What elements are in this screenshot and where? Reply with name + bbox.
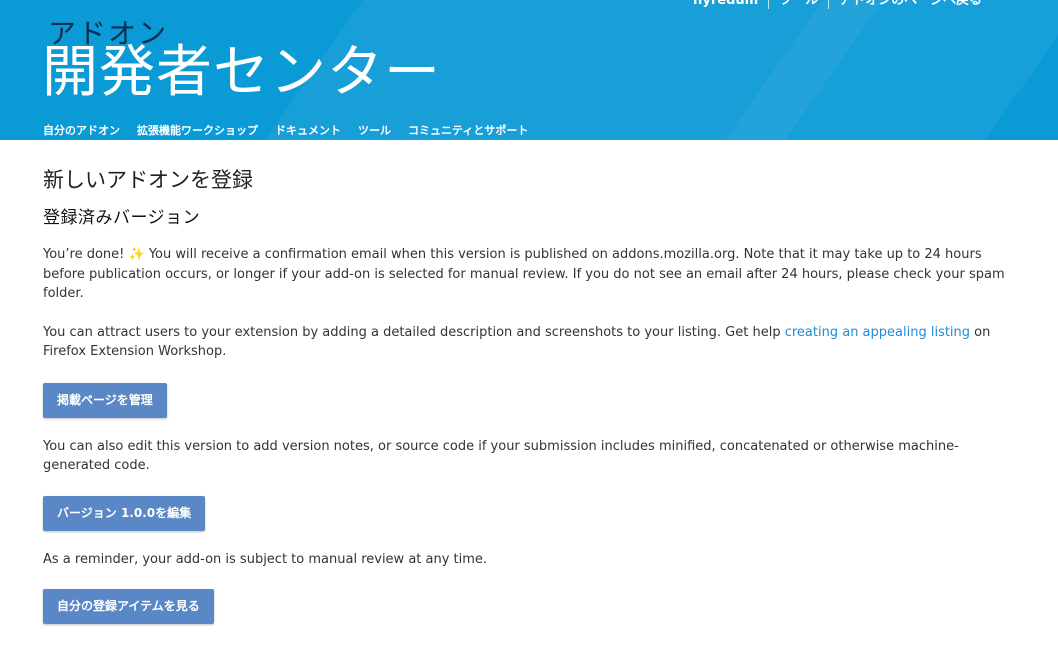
- back-to-addons-link[interactable]: アドオンのページへ戻る: [829, 0, 992, 9]
- nav-item-documentation[interactable]: ドキュメント: [275, 122, 341, 138]
- main-content: 新しいアドオンを登録 登録済みバージョン You’re done! ✨ You …: [0, 140, 1058, 624]
- page-title: 新しいアドオンを登録: [43, 168, 253, 192]
- edit-version-button[interactable]: バージョン 1.0.0を編集: [43, 495, 206, 531]
- attract-message: You can attract users to your extension …: [43, 323, 1015, 362]
- manage-listing-button[interactable]: 掲載ページを管理: [43, 382, 167, 418]
- nav-item-extension-workshop[interactable]: 拡張機能ワークショップ: [137, 122, 258, 138]
- nav-item-community-support[interactable]: コミュニティとサポート: [408, 122, 528, 138]
- brand-title[interactable]: 開発者センター: [42, 40, 441, 106]
- done-text: You’re done!: [43, 247, 129, 262]
- reminder-message: As a reminder, your add-on is subject to…: [43, 551, 488, 567]
- nav-item-my-addons[interactable]: 自分のアドオン: [43, 122, 120, 138]
- done-message: You’re done! ✨ You will receive a confir…: [43, 245, 1015, 304]
- nav-item-tools[interactable]: ツール: [358, 122, 391, 138]
- tools-link[interactable]: ツール: [769, 0, 828, 9]
- view-my-submissions-button[interactable]: 自分の登録アイテムを見る: [43, 589, 214, 624]
- appealing-listing-link[interactable]: creating an appealing listing: [785, 325, 970, 340]
- done-text-continued: You will receive a confirmation email wh…: [43, 247, 1005, 301]
- top-links: flyredum ツール アドオンのページへ戻る: [683, 0, 992, 9]
- sparkles-icon: ✨: [128, 247, 145, 262]
- section-title: 登録済みバージョン: [43, 208, 201, 228]
- site-header: flyredum ツール アドオンのページへ戻る アドオン 開発者センター 自分…: [0, 0, 1058, 140]
- edit-message: You can also edit this version to add ve…: [43, 438, 959, 474]
- main-nav: 自分のアドオン 拡張機能ワークショップ ドキュメント ツール コミュニティとサポ…: [43, 122, 545, 138]
- attract-text: You can attract users to your extension …: [43, 324, 785, 340]
- user-menu-link[interactable]: flyredum: [683, 0, 768, 9]
